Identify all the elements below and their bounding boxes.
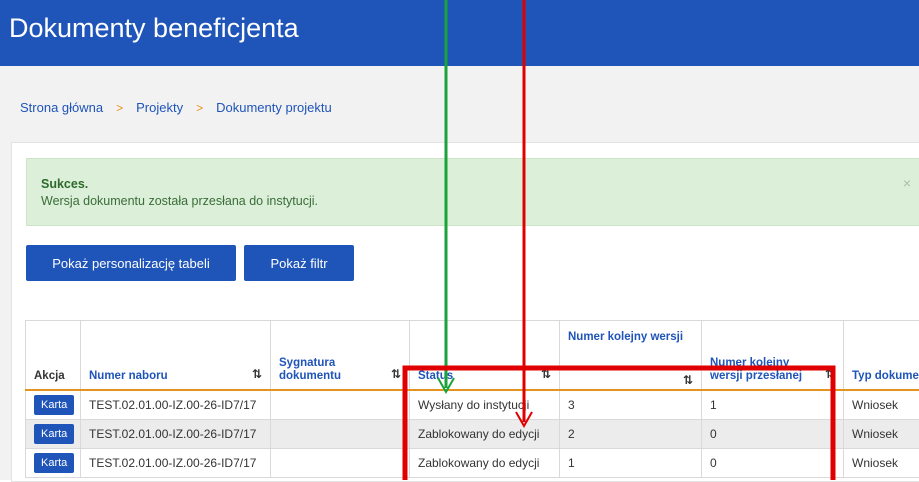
column-header-label: Status bbox=[418, 370, 453, 382]
success-alert: Sukces. Wersja dokumentu została przesła… bbox=[26, 158, 919, 226]
sort-icon[interactable]: ⇅ bbox=[252, 368, 262, 381]
column-header-label: Akcja bbox=[34, 370, 65, 382]
column-header-label: Numer naboru bbox=[89, 370, 168, 382]
table-row: Karta TEST.02.01.00-IZ.00-26-ID7/17 Wysłan… bbox=[26, 390, 919, 420]
wersja-przeslana-cell: 1 bbox=[702, 390, 844, 420]
column-header-numer-naboru[interactable]: Numer naboru ⇅ bbox=[81, 321, 271, 391]
documents-table: Akcja Numer naboru ⇅ Sygnatura dokumentu ⇅… bbox=[25, 320, 919, 478]
breadcrumb-projects-link[interactable]: Projekty bbox=[136, 100, 183, 115]
karta-button[interactable]: Karta bbox=[34, 424, 74, 444]
wersja-cell: 2 bbox=[560, 420, 702, 449]
table-header-row: Akcja Numer naboru ⇅ Sygnatura dokumentu ⇅… bbox=[26, 321, 919, 391]
typ-cell: Wniosek bbox=[844, 420, 919, 449]
sort-icon[interactable]: ⇅ bbox=[683, 374, 693, 387]
column-header-typ-dokumentu[interactable]: Typ dokume bbox=[844, 321, 919, 391]
table-body: Karta TEST.02.01.00-IZ.00-26-ID7/17 Wysłan… bbox=[26, 390, 919, 478]
action-cell: Karta bbox=[26, 390, 81, 420]
table-row: Karta TEST.02.01.00-IZ.00-26-ID7/17 Zablok… bbox=[26, 449, 919, 478]
column-header-status[interactable]: Status ⇅ bbox=[410, 321, 560, 391]
show-filter-button[interactable]: Pokaż filtr bbox=[244, 245, 354, 281]
column-header-numer-wersji-przeslanej[interactable]: Numer kolejny wersji przesłanej⇅ bbox=[702, 321, 844, 391]
typ-cell: Wniosek bbox=[844, 449, 919, 478]
sort-icon[interactable]: ⇅ bbox=[541, 368, 551, 381]
numer-naboru-cell: TEST.02.01.00-IZ.00-26-ID7/17 bbox=[81, 449, 271, 478]
column-header-numer-wersji[interactable]: Numer kolejny wersji ⇅ bbox=[560, 321, 702, 391]
action-cell: Karta bbox=[26, 449, 81, 478]
breadcrumb-current[interactable]: Dokumenty projektu bbox=[216, 100, 332, 115]
page-title: Dokumenty beneficjenta bbox=[9, 12, 299, 44]
show-table-personalization-button[interactable]: Pokaż personalizację tabeli bbox=[26, 245, 236, 281]
wersja-cell: 3 bbox=[560, 390, 702, 420]
column-header-sygnatura[interactable]: Sygnatura dokumentu ⇅ bbox=[271, 321, 410, 391]
status-cell: Wysłany do instytucji bbox=[410, 390, 560, 420]
breadcrumb-home-link[interactable]: Strona główna bbox=[20, 100, 103, 115]
column-header-label: Numer kolejny wersji bbox=[568, 331, 683, 343]
close-icon[interactable]: × bbox=[903, 175, 911, 191]
status-cell: Zablokowany do edycji bbox=[410, 420, 560, 449]
alert-message: Wersja dokumentu została przesłana do in… bbox=[41, 194, 318, 208]
sort-icon[interactable]: ⇅ bbox=[391, 368, 401, 381]
action-cell: Karta bbox=[26, 420, 81, 449]
karta-button[interactable]: Karta bbox=[34, 395, 74, 415]
typ-cell: Wniosek bbox=[844, 390, 919, 420]
sygnatura-cell bbox=[271, 449, 410, 478]
page-header: Dokumenty beneficjenta bbox=[0, 0, 919, 66]
breadcrumb: Strona główna > Projekty > Dokumenty pro… bbox=[20, 100, 332, 115]
wersja-przeslana-cell: 0 bbox=[702, 449, 844, 478]
numer-naboru-cell: TEST.02.01.00-IZ.00-26-ID7/17 bbox=[81, 390, 271, 420]
column-header-label: Sygnatura dokumentu bbox=[279, 357, 364, 383]
column-header-label: Numer kolejny wersji przesłanej bbox=[710, 357, 825, 383]
column-header-akcja: Akcja bbox=[26, 321, 81, 391]
numer-naboru-cell: TEST.02.01.00-IZ.00-26-ID7/17 bbox=[81, 420, 271, 449]
wersja-przeslana-cell: 0 bbox=[702, 420, 844, 449]
karta-button[interactable]: Karta bbox=[34, 453, 74, 473]
sygnatura-cell bbox=[271, 390, 410, 420]
alert-title: Sukces. bbox=[41, 177, 88, 191]
column-header-label: Typ dokume bbox=[852, 370, 919, 382]
breadcrumb-separator: > bbox=[196, 101, 203, 115]
wersja-cell: 1 bbox=[560, 449, 702, 478]
sort-icon[interactable]: ⇅ bbox=[825, 368, 835, 381]
status-cell: Zablokowany do edycji bbox=[410, 449, 560, 478]
sygnatura-cell bbox=[271, 420, 410, 449]
breadcrumb-separator: > bbox=[116, 101, 123, 115]
table-row: Karta TEST.02.01.00-IZ.00-26-ID7/17 Zablok… bbox=[26, 420, 919, 449]
